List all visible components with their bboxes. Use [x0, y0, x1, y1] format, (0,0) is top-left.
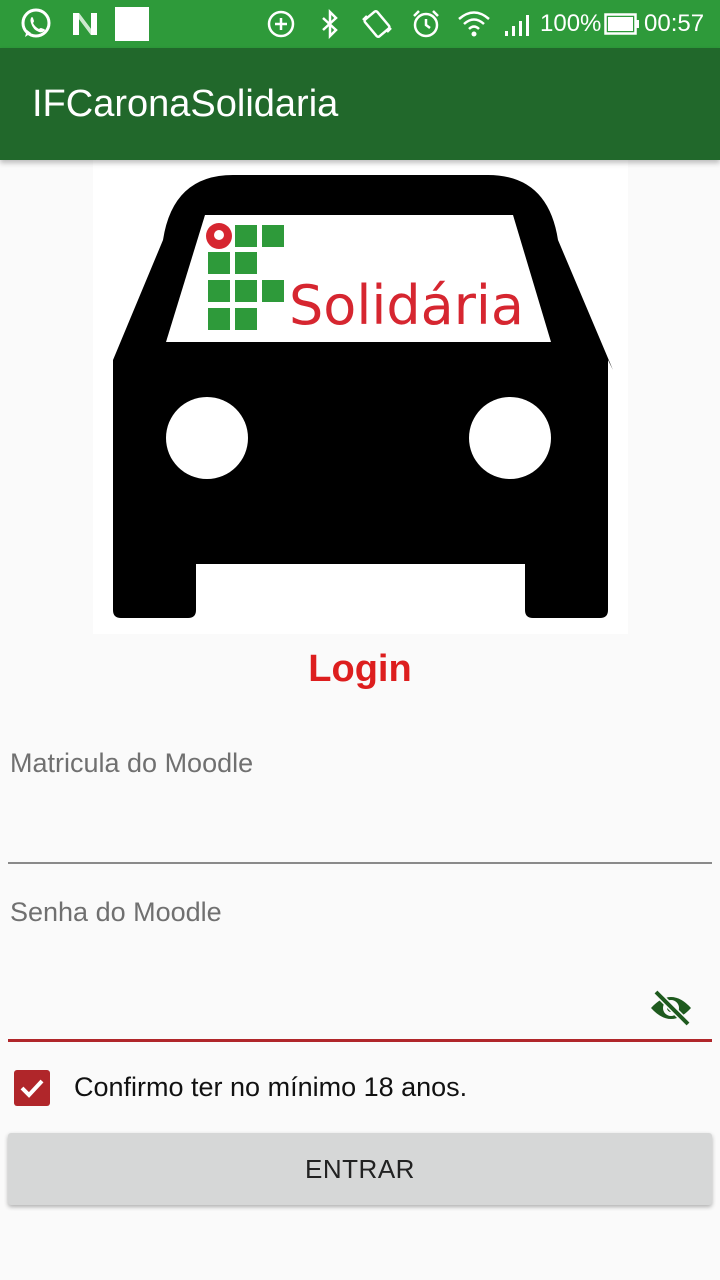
bluetooth-icon [316, 0, 344, 48]
n-app-icon [68, 0, 102, 48]
battery-icon [604, 0, 640, 48]
wifi-icon [456, 0, 492, 48]
whatsapp-icon [16, 0, 56, 48]
logo-text: Solidária [289, 274, 524, 337]
login-title: Login [308, 648, 412, 690]
password-underline [8, 1039, 712, 1042]
battery-percent: 100% [540, 10, 602, 37]
age-confirm-label: Confirmo ter no mínimo 18 anos. [74, 1072, 468, 1102]
status-bar: 100% 00:57 [0, 0, 720, 48]
alarm-icon [408, 0, 444, 48]
age-confirm-checkbox[interactable] [14, 1070, 50, 1106]
password-input[interactable] [8, 978, 628, 1038]
username-input[interactable] [8, 800, 712, 860]
clock: 00:57 [644, 10, 705, 37]
car-logo-icon: Solidária [113, 175, 613, 634]
app-title: IFCaronaSolidaria [32, 83, 339, 125]
car-logo-image: Solidária [93, 160, 628, 634]
username-underline [8, 862, 712, 864]
signal-icon [502, 0, 536, 48]
data-saver-icon [264, 0, 298, 48]
vibrate-icon [358, 0, 396, 48]
app-bar: IFCaronaSolidaria [0, 48, 720, 160]
eye-off-icon [651, 989, 691, 1027]
password-label: Senha do Moodle [10, 897, 222, 927]
toggle-password-visibility-button[interactable] [646, 986, 696, 1030]
enter-button[interactable]: ENTRAR [8, 1133, 712, 1205]
blank-notification-icon [114, 0, 150, 48]
username-label: Matricula do Moodle [10, 748, 254, 778]
check-icon [20, 1079, 44, 1098]
